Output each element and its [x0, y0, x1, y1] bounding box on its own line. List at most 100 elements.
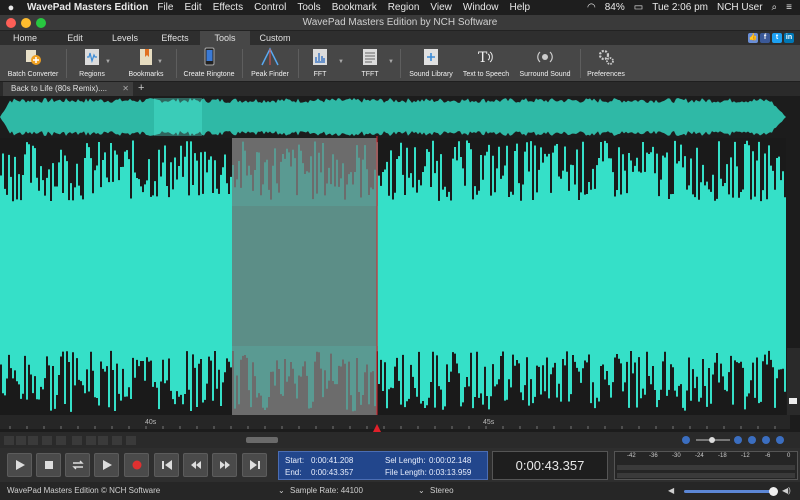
record-button[interactable] — [124, 453, 149, 477]
sample-rate[interactable]: Sample Rate: 44100 — [290, 482, 363, 500]
tab-home[interactable]: Home — [0, 31, 50, 45]
volume-icon[interactable]: ◀ — [668, 482, 674, 500]
tab-edit[interactable]: Edit — [50, 31, 100, 45]
channels[interactable]: Stereo — [430, 482, 454, 500]
rewind-button[interactable] — [183, 453, 208, 477]
close-tab-icon[interactable]: ✕ — [122, 82, 129, 96]
menu-help[interactable]: Help — [509, 2, 530, 13]
loop-button[interactable] — [65, 453, 90, 477]
facebook-icon[interactable]: f — [760, 33, 770, 43]
toolbar-separator — [580, 49, 581, 78]
add-tab-button[interactable]: + — [138, 82, 144, 95]
draw-tool-icon[interactable] — [28, 436, 38, 445]
sel-length-value[interactable]: 0:00:02.148 — [429, 456, 471, 465]
snap-icon[interactable] — [98, 436, 108, 445]
apple-menu-icon[interactable]: ● — [0, 2, 22, 14]
scrub-tool-icon[interactable] — [56, 436, 66, 445]
volume-max-icon[interactable]: ◀) — [782, 482, 791, 500]
menu-bookmark[interactable]: Bookmark — [332, 2, 377, 13]
notification-center-icon[interactable]: ≡ — [786, 2, 792, 13]
play-selection-button[interactable] — [94, 453, 119, 477]
menu-file[interactable]: File — [157, 2, 173, 13]
fft-dropdown-icon[interactable]: ▼ — [338, 59, 344, 65]
channels-dropdown-icon[interactable]: ⌄ — [418, 482, 425, 500]
rewind-icon — [191, 461, 201, 469]
vertical-zoom-button[interactable] — [789, 398, 797, 404]
overview-view-window[interactable] — [154, 98, 202, 136]
tab-tools[interactable]: Tools — [200, 31, 250, 45]
end-value[interactable]: 0:00:43.357 — [311, 468, 353, 477]
menu-window[interactable]: Window — [463, 2, 499, 13]
app-menu[interactable]: WavePad Masters Edition — [27, 2, 148, 13]
tab-custom[interactable]: Custom — [250, 31, 300, 45]
menu-control[interactable]: Control — [254, 2, 286, 13]
battery-icon[interactable]: ▭ — [634, 2, 643, 13]
tab-effects[interactable]: Effects — [150, 31, 200, 45]
menu-region[interactable]: Region — [388, 2, 420, 13]
preferences-button[interactable]: Preferences — [586, 47, 626, 80]
menu-edit[interactable]: Edit — [184, 2, 201, 13]
document-tabs: Back to Life (80s Remix).... ✕ + — [0, 82, 800, 96]
grid-icon[interactable] — [126, 436, 136, 445]
batch-converter-icon — [26, 50, 41, 65]
zoom-tool-icon[interactable] — [42, 436, 52, 445]
wifi-icon[interactable]: ◠ — [587, 2, 596, 13]
tab-levels[interactable]: Levels — [100, 31, 150, 45]
start-value[interactable]: 0:00:41.208 — [311, 456, 353, 465]
spotlight-search-icon[interactable]: ⌕ — [772, 2, 778, 13]
surround-sound-button[interactable]: Surround Sound — [516, 47, 574, 80]
cursor-tool-icon[interactable] — [4, 436, 14, 445]
fast-forward-button[interactable] — [212, 453, 237, 477]
stop-button[interactable] — [36, 453, 61, 477]
play-button[interactable] — [7, 453, 32, 477]
timeline-label-45s: 45s — [483, 419, 495, 426]
tfft-button[interactable]: TFFT — [356, 47, 384, 80]
zoom-full-icon[interactable] — [762, 436, 770, 444]
link-tool-icon[interactable] — [72, 436, 82, 445]
sound-library-icon — [424, 49, 438, 65]
skip-end-icon — [250, 460, 260, 470]
meter-tick-label: -6 — [765, 453, 771, 459]
regions-dropdown-icon[interactable]: ▼ — [105, 59, 111, 65]
sample-rate-dropdown-icon[interactable]: ⌄ — [278, 482, 285, 500]
meter-tick-label: -36 — [649, 453, 658, 459]
zoom-fit-icon[interactable] — [776, 436, 784, 444]
social-links: 👍 f t in — [748, 33, 794, 43]
go-to-start-button[interactable] — [154, 453, 179, 477]
waveform-editor[interactable]: 40s 45s — [0, 96, 800, 448]
menu-tools[interactable]: Tools — [297, 2, 320, 13]
loop-icon — [72, 460, 84, 470]
text-to-speech-button[interactable]: T Text to Speech — [460, 47, 512, 80]
linkedin-icon[interactable]: in — [784, 33, 794, 43]
user-name[interactable]: NCH User — [717, 2, 763, 13]
clock[interactable]: Tue 2:06 pm — [652, 2, 708, 13]
menu-view[interactable]: View — [430, 2, 452, 13]
like-icon[interactable]: 👍 — [748, 33, 758, 43]
bookmarks-dropdown-icon[interactable]: ▼ — [157, 59, 163, 65]
sound-library-button[interactable]: Sound Library — [406, 47, 456, 80]
start-label: Start: — [285, 456, 305, 465]
macos-menu-bar: ● WavePad Masters Edition File Edit Effe… — [0, 0, 800, 15]
tfft-dropdown-icon[interactable]: ▼ — [388, 59, 394, 65]
create-ringtone-button[interactable]: Create Ringtone — [182, 47, 236, 80]
document-tab[interactable]: Back to Life (80s Remix).... ✕ — [3, 82, 133, 96]
zoom-out-icon[interactable] — [682, 436, 690, 444]
volume-slider[interactable] — [684, 487, 778, 496]
select-all-icon[interactable] — [86, 436, 96, 445]
go-to-end-button[interactable] — [242, 453, 267, 477]
fft-button[interactable]: FFT — [306, 47, 334, 80]
transport-bar: Start: 0:00:41.208 Sel Length: 0:00:02.1… — [0, 448, 800, 482]
horizontal-scrollbar-thumb[interactable] — [246, 437, 278, 443]
volume-slider-knob[interactable] — [769, 487, 778, 496]
zoom-in-icon[interactable] — [734, 436, 742, 444]
batch-converter-button[interactable]: Batch Converter — [4, 47, 62, 80]
zoom-slider-knob[interactable] — [709, 437, 715, 443]
peak-finder-button[interactable]: Peak Finder — [248, 47, 292, 80]
twitter-icon[interactable]: t — [772, 33, 782, 43]
view-icon[interactable] — [112, 436, 122, 445]
pencil-tool-icon[interactable] — [16, 436, 26, 445]
menu-effects[interactable]: Effects — [213, 2, 243, 13]
overview-waveform[interactable] — [0, 98, 786, 136]
battery-percent[interactable]: 84% — [605, 2, 625, 13]
zoom-selection-icon[interactable] — [748, 436, 756, 444]
